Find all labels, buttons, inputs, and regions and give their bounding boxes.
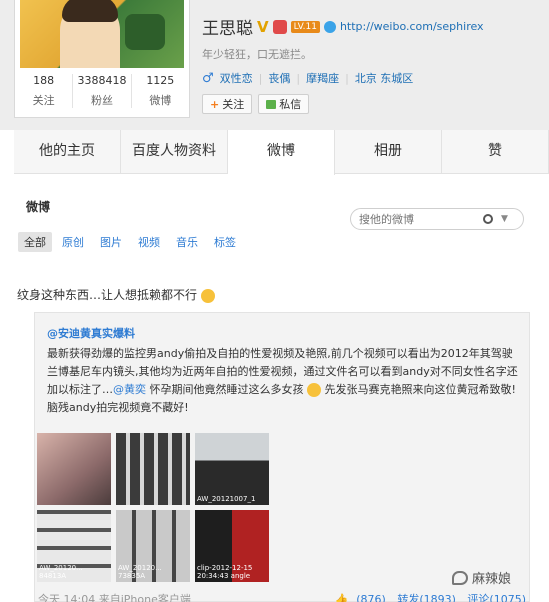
thumbnail-caption: AW_20120... 73835A bbox=[118, 564, 162, 580]
profile-stats: 188 关注 3388418 粉丝 1125 微博 bbox=[15, 74, 189, 108]
image-grid: AW_20121007_1 AW_20120... 84813A AW_2012… bbox=[37, 433, 269, 582]
emoji-icon bbox=[200, 288, 215, 303]
search-box[interactable]: ▼ bbox=[350, 208, 524, 230]
like-count: (876) bbox=[356, 593, 386, 602]
profile-actions: + 关注 私信 bbox=[202, 94, 310, 114]
male-icon: ♂ bbox=[202, 70, 214, 86]
filter-original[interactable]: 原创 bbox=[56, 232, 90, 252]
chevron-down-icon[interactable]: ▼ bbox=[501, 214, 508, 224]
tab-album[interactable]: 相册 bbox=[335, 130, 442, 173]
post-actions: 👍 (876) 转发(1893) 评论(1075) bbox=[327, 591, 526, 602]
stat-value: 188 bbox=[33, 74, 55, 87]
divider: | bbox=[345, 71, 349, 85]
thumbnail-caption: clip-2012-12-15 20:34:43 angle bbox=[197, 564, 253, 580]
image-thumbnail[interactable] bbox=[37, 433, 111, 505]
thumbnail-caption: AW_20120... 84813A bbox=[39, 564, 83, 580]
tab-baidu-profile[interactable]: 百度人物资料 bbox=[121, 130, 228, 173]
repost-box: @安迪黄真实爆料 最新获得劲爆的监控男andy偷拍及自拍的性爱视频及艳照,前几个… bbox=[34, 312, 530, 602]
thumbnail-caption: AW_20121007_1 bbox=[197, 495, 256, 503]
avatar-hair bbox=[62, 0, 118, 22]
tag-orientation[interactable]: 双性恋 bbox=[220, 70, 253, 86]
badge-icon[interactable] bbox=[272, 19, 287, 34]
wechat-icon bbox=[452, 570, 468, 585]
stat-label: 粉丝 bbox=[90, 94, 113, 107]
link-icon bbox=[323, 20, 336, 33]
like-button[interactable]: 👍 (876) bbox=[335, 593, 386, 602]
feed-title: 微博 bbox=[26, 200, 51, 214]
plus-icon: + bbox=[210, 97, 220, 111]
search-icon[interactable] bbox=[483, 214, 493, 224]
mention-link[interactable]: @黄奕 bbox=[113, 383, 146, 396]
filter-images[interactable]: 图片 bbox=[94, 232, 128, 252]
stat-followers[interactable]: 3388418 粉丝 bbox=[73, 74, 132, 108]
verified-icon[interactable]: V bbox=[257, 18, 269, 36]
search-input[interactable] bbox=[359, 212, 479, 226]
profile-tabs: 他的主页 百度人物资料 微博 相册 赞 bbox=[14, 130, 549, 175]
profile-name-row: 王思聪 V LV.11 http://weibo.com/sephirex bbox=[202, 14, 484, 40]
image-thumbnail[interactable]: AW_20121007_1 bbox=[195, 433, 269, 505]
emoji-icon bbox=[307, 383, 321, 397]
tab-home[interactable]: 他的主页 bbox=[14, 130, 121, 173]
profile-name: 王思聪 bbox=[202, 19, 253, 39]
post-source[interactable]: 来自iPhone客户端 bbox=[99, 593, 191, 602]
tab-likes[interactable]: 赞 bbox=[442, 130, 549, 173]
filter-all[interactable]: 全部 bbox=[18, 232, 52, 252]
watermark: 麻辣娘 bbox=[452, 568, 511, 587]
image-thumbnail[interactable]: AW_20120... 84813A bbox=[37, 510, 111, 582]
stat-value: 3388418 bbox=[77, 74, 127, 87]
repost-text-part: 怀孕期间他竟然睡过这么多女孩 bbox=[146, 383, 304, 396]
repost-author[interactable]: @安迪黄真实爆料 bbox=[47, 325, 135, 341]
post-meta: 今天 14:04 来自iPhone客户端 bbox=[38, 591, 191, 602]
repost-text: 最新获得劲爆的监控男andy偷拍及自拍的性爱视频及艳照,前几个视频可以看出为20… bbox=[47, 345, 521, 417]
post-body: 纹身这种东西…让人想抵赖都不行 bbox=[17, 288, 198, 302]
message-button[interactable]: 私信 bbox=[258, 94, 310, 114]
message-icon bbox=[266, 99, 277, 109]
post-time[interactable]: 今天 14:04 bbox=[38, 593, 95, 602]
tag-marital[interactable]: 丧偶 bbox=[268, 70, 290, 86]
image-thumbnail[interactable]: clip-2012-12-15 20:34:43 angle bbox=[195, 510, 269, 582]
tag-zodiac[interactable]: 摩羯座 bbox=[306, 70, 339, 86]
stat-posts[interactable]: 1125 微博 bbox=[132, 74, 189, 108]
watermark-text: 麻辣娘 bbox=[472, 572, 512, 587]
image-thumbnail[interactable]: AW_20120... 73835A bbox=[116, 510, 190, 582]
stat-label: 微博 bbox=[149, 94, 172, 107]
avatar-glove bbox=[125, 14, 165, 50]
message-label: 私信 bbox=[279, 98, 302, 111]
weibo-feed: 微博 ▼ 全部 原创 图片 视频 音乐 标签 纹身这种东西…让人想抵赖都不行 @… bbox=[14, 175, 549, 602]
profile-motto: 年少轻狂，口无遮拦。 bbox=[202, 48, 312, 61]
comment-button[interactable]: 评论(1075) bbox=[467, 593, 526, 602]
stat-value: 1125 bbox=[146, 74, 175, 87]
filter-tags[interactable]: 标签 bbox=[208, 232, 242, 252]
avatar[interactable] bbox=[20, 0, 184, 68]
repost-button[interactable]: 转发(1893) bbox=[397, 593, 456, 602]
stat-label: 关注 bbox=[32, 94, 55, 107]
level-badge[interactable]: LV.11 bbox=[290, 20, 320, 33]
image-thumbnail[interactable] bbox=[116, 433, 190, 505]
profile-url[interactable]: http://weibo.com/sephirex bbox=[340, 20, 484, 33]
filter-videos[interactable]: 视频 bbox=[132, 232, 166, 252]
divider: | bbox=[296, 71, 301, 85]
filter-music[interactable]: 音乐 bbox=[170, 232, 204, 252]
follow-button[interactable]: + 关注 bbox=[202, 94, 253, 114]
tag-location[interactable]: 北京 东城区 bbox=[355, 70, 414, 86]
profile-card: 188 关注 3388418 粉丝 1125 微博 bbox=[14, 0, 190, 118]
tab-weibo[interactable]: 微博 bbox=[228, 130, 335, 175]
divider: | bbox=[258, 71, 263, 85]
feed-filters: 全部 原创 图片 视频 音乐 标签 bbox=[18, 232, 242, 252]
stat-following[interactable]: 188 关注 bbox=[15, 74, 74, 108]
profile-info: ♂ 双性恋 | 丧偶 | 摩羯座 | 北京 东城区 bbox=[202, 70, 413, 86]
post-text: 纹身这种东西…让人想抵赖都不行 bbox=[17, 286, 215, 303]
follow-label: 关注 bbox=[222, 98, 245, 111]
